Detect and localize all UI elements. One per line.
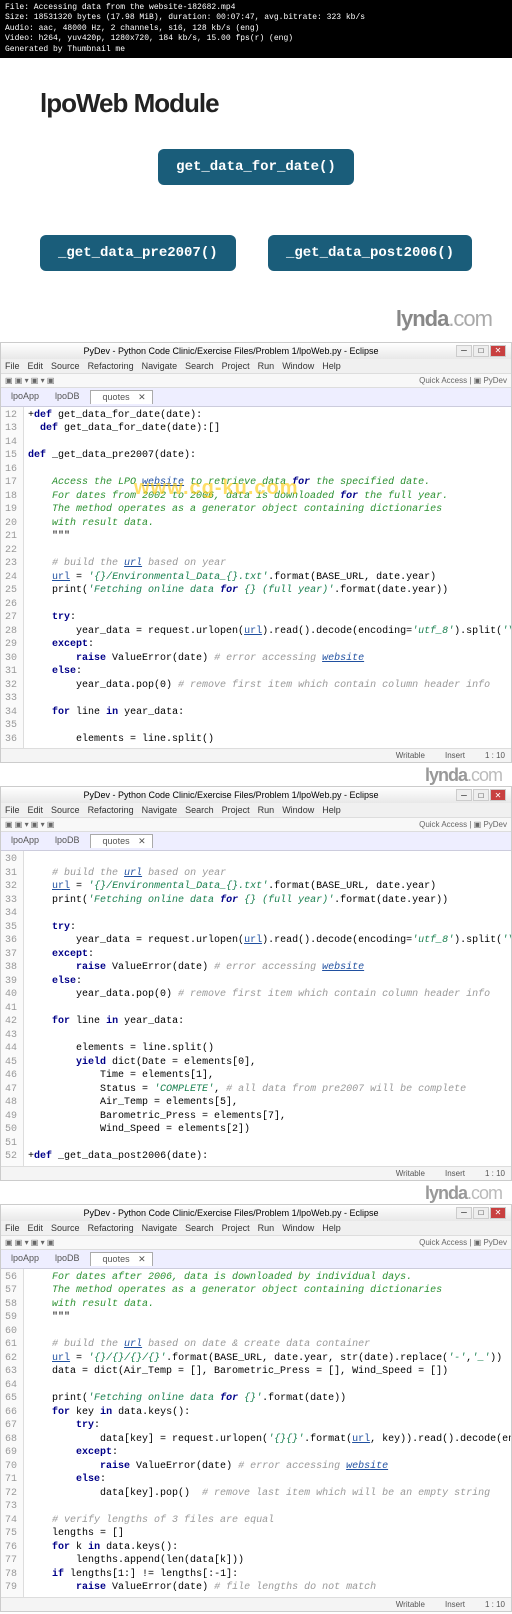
eclipse-titlebar: PyDev - Python Code Clinic/Exercise File… [1,343,511,359]
meta-video: Video: h264, yuv420p, 1280x720, 184 kb/s… [5,34,507,44]
line-gutter: 12 13 14 15 16 17 18 19 20 21 22 23 24 2… [1,407,24,749]
menu-project[interactable]: Project [222,361,250,371]
minimize-button[interactable]: ─ [456,1207,472,1219]
tab-quotes[interactable]: quotes ✕ [90,390,153,404]
minimize-button[interactable]: ─ [456,345,472,357]
slide-title: lpoWeb Module [40,88,472,119]
eclipse-title-text: PyDev - Python Code Clinic/Exercise File… [84,346,379,356]
toolbar-icons[interactable]: ▣ ▣ ▾ ▣ ▾ ▣ [5,376,54,385]
maximize-button[interactable]: □ [473,1207,489,1219]
presentation-slide: lpoWeb Module get_data_for_date() _get_d… [0,58,512,301]
eclipse-window-3: PyDev - Python Code Clinic/Exercise File… [0,1204,512,1612]
tab-lpoapp[interactable]: lpoApp [5,390,45,404]
editor-tabs: lpoApp lpoDB quotes ✕ [1,388,511,407]
menu-run[interactable]: Run [258,361,275,371]
status-pos: 1 : 10 [485,751,505,760]
eclipse-titlebar: PyDev - Python Code Clinic/Exercise File… [1,787,511,803]
function-box-get-data-for-date: get_data_for_date() [158,149,354,185]
meta-file: File: Accessing data from the website-18… [5,3,507,13]
perspective-pydev[interactable]: PyDev [483,376,507,385]
function-box-get-data-post2006: _get_data_post2006() [268,235,472,271]
eclipse-menubar: File Edit Source Refactoring Navigate Se… [1,359,511,374]
function-box-get-data-pre2007: _get_data_pre2007() [40,235,236,271]
meta-audio: Audio: aac, 48000 Hz, 2 channels, s16, 1… [5,24,507,34]
line-gutter: 56 57 58 59 60 61 62 63 64 65 66 67 68 6… [1,1269,24,1597]
code-editor-2[interactable]: 30 31 32 33 34 35 36 37 38 39 40 41 42 4… [1,851,511,1166]
menu-source[interactable]: Source [51,361,80,371]
maximize-button[interactable]: □ [473,345,489,357]
status-insert: Insert [445,751,465,760]
code-editor-1[interactable]: 12 13 14 15 16 17 18 19 20 21 22 23 24 2… [1,407,511,749]
line-gutter: 30 31 32 33 34 35 36 37 38 39 40 41 42 4… [1,851,24,1166]
code-lines[interactable]: # build the url based on year url = '{}/… [24,851,511,1166]
eclipse-menubar: FileEditSourceRefactoringNavigateSearchP… [1,803,511,818]
menu-edit[interactable]: Edit [28,361,44,371]
minimize-button[interactable]: ─ [456,789,472,801]
code-lines[interactable]: +def get_data_for_date(date): def get_da… [24,407,511,749]
menu-window[interactable]: Window [282,361,314,371]
window-controls: ─ □ ✕ [456,345,506,357]
meta-gen: Generated by Thumbnail me [5,45,507,55]
status-writable: Writable [396,751,425,760]
menu-refactoring[interactable]: Refactoring [88,361,134,371]
maximize-button[interactable]: □ [473,789,489,801]
eclipse-menubar: FileEditSourceRefactoringNavigateSearchP… [1,1221,511,1236]
tab-lpodb[interactable]: lpoDB [49,390,86,404]
eclipse-toolbar: ▣ ▣ ▾ ▣ ▾ ▣ Quick Access | ▣ PyDev [1,374,511,388]
close-button[interactable]: ✕ [490,1207,506,1219]
code-lines[interactable]: For dates after 2006, data is downloaded… [24,1269,511,1597]
statusbar: Writable Insert 1 : 10 [1,748,511,762]
close-button[interactable]: ✕ [490,345,506,357]
close-button[interactable]: ✕ [490,789,506,801]
eclipse-window-1: PyDev - Python Code Clinic/Exercise File… [0,342,512,764]
menu-file[interactable]: File [5,361,20,371]
menu-navigate[interactable]: Navigate [142,361,178,371]
brand-lynda-small: lynda.com [0,765,512,786]
eclipse-window-2: PyDev - Python Code Clinic/Exercise File… [0,786,512,1181]
menu-search[interactable]: Search [185,361,214,371]
code-editor-3[interactable]: 56 57 58 59 60 61 62 63 64 65 66 67 68 6… [1,1269,511,1597]
video-meta-header: File: Accessing data from the website-18… [0,0,512,58]
meta-size: Size: 18531320 bytes (17.98 MiB), durati… [5,13,507,23]
brand-lynda: lynda.com [0,301,512,342]
quick-access[interactable]: Quick Access [419,376,467,385]
eclipse-titlebar: PyDev - Python Code Clinic/Exercise File… [1,1205,511,1221]
menu-help[interactable]: Help [322,361,341,371]
